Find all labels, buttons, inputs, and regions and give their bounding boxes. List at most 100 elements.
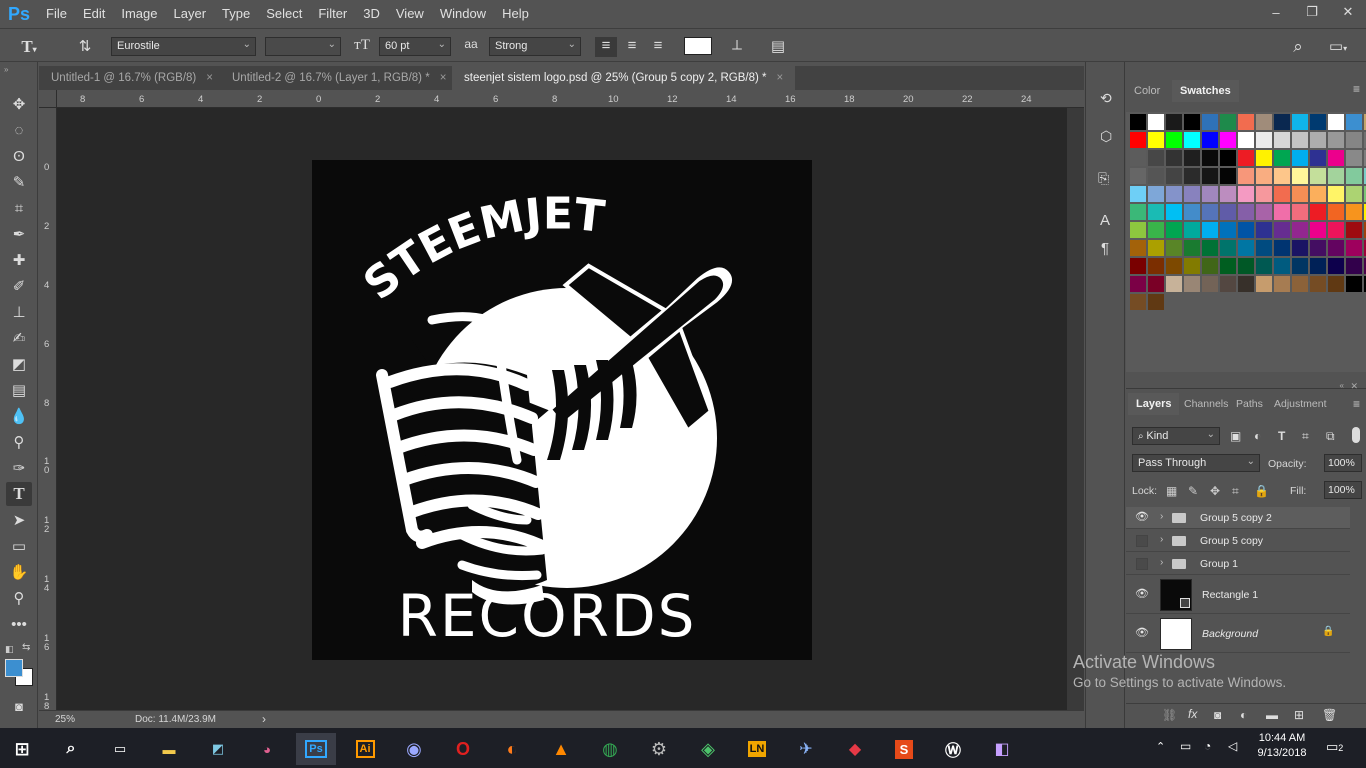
lock-transparent-icon[interactable]: ▦: [1166, 484, 1177, 498]
color-swatch[interactable]: [1328, 168, 1344, 184]
blur-tool-icon[interactable]: 💧: [6, 404, 32, 428]
color-swatch[interactable]: [1310, 240, 1326, 256]
status-menu-arrow[interactable]: ›: [262, 712, 266, 726]
color-swatch[interactable]: [1220, 276, 1236, 292]
minimize-button[interactable]: –: [1258, 0, 1294, 24]
layer-row-group-1[interactable]: › Group 1: [1126, 553, 1350, 575]
color-swatch[interactable]: [1274, 222, 1290, 238]
warp-text-icon[interactable]: ⟂: [726, 37, 748, 54]
menu-window[interactable]: Window: [432, 0, 494, 28]
marquee-tool-icon[interactable]: ◌: [6, 118, 32, 142]
collapse-icon[interactable]: »: [4, 65, 8, 74]
color-swatch[interactable]: [1130, 132, 1146, 148]
filter-smart-object-icon[interactable]: ⧉: [1326, 429, 1335, 444]
filter-pixel-icon[interactable]: ▣: [1230, 429, 1241, 443]
color-swatch[interactable]: [1238, 258, 1254, 274]
menu-type[interactable]: Type: [214, 0, 258, 28]
layer-style-icon[interactable]: fx: [1188, 707, 1197, 721]
swap-colors-icon[interactable]: ⇆: [22, 642, 30, 653]
task-view-icon[interactable]: ▭: [100, 733, 140, 765]
color-swatch[interactable]: [1238, 168, 1254, 184]
libraries-icon[interactable]: ⬡: [1100, 128, 1112, 145]
color-swatch[interactable]: [1274, 186, 1290, 202]
tab-untitled-2[interactable]: Untitled-2 @ 16.7% (Layer 1, RGB/8) * ×: [220, 66, 459, 90]
color-swatch[interactable]: [1328, 114, 1344, 130]
hand-tool-icon[interactable]: ✋: [6, 560, 32, 584]
color-swatch[interactable]: [1166, 114, 1182, 130]
color-swatch[interactable]: [1328, 258, 1344, 274]
blend-mode-select[interactable]: Pass Through ⌄: [1132, 454, 1260, 472]
volume-icon[interactable]: ◁: [1228, 739, 1237, 753]
pen-tool-icon[interactable]: ✑: [6, 456, 32, 480]
properties-icon[interactable]: ⎘: [1098, 170, 1109, 187]
color-swatch[interactable]: [1274, 114, 1290, 130]
color-swatch[interactable]: [1184, 186, 1200, 202]
quick-select-tool-icon[interactable]: ✎: [6, 170, 32, 194]
app-eraser-icon[interactable]: ◧: [982, 733, 1022, 765]
wifi-icon[interactable]: ◔: [1204, 739, 1211, 753]
color-swatch[interactable]: [1166, 168, 1182, 184]
color-swatch[interactable]: [1166, 222, 1182, 238]
layer-row-group-5-copy[interactable]: › Group 5 copy: [1126, 530, 1350, 552]
vertical-scrollbar[interactable]: [1067, 108, 1084, 710]
vlc-icon[interactable]: ▲: [541, 733, 581, 765]
chevron-right-icon[interactable]: ›: [1160, 534, 1163, 545]
color-swatch[interactable]: [1130, 150, 1146, 166]
search-icon[interactable]: ⌕: [51, 733, 91, 765]
panel-menu-icon[interactable]: ≡: [1353, 82, 1360, 96]
color-swatch[interactable]: [1274, 168, 1290, 184]
illustrator-taskbar-icon[interactable]: Ai: [345, 733, 385, 765]
photoshop-taskbar-icon[interactable]: Ps: [296, 733, 336, 765]
fill-input[interactable]: 100%: [1324, 481, 1362, 499]
color-swatch[interactable]: [1238, 240, 1254, 256]
color-swatch[interactable]: [1274, 132, 1290, 148]
more-tools-icon[interactable]: •••: [6, 612, 32, 636]
color-swatch[interactable]: [1292, 276, 1308, 292]
color-swatch[interactable]: [1238, 276, 1254, 292]
firefox-icon[interactable]: ◐: [492, 733, 532, 765]
zoom-level[interactable]: 25%: [55, 714, 75, 725]
app-s-icon[interactable]: S: [884, 733, 924, 765]
color-swatch[interactable]: [1130, 114, 1146, 130]
color-swatch[interactable]: [1238, 132, 1254, 148]
search-icon[interactable]: ⌕: [1287, 37, 1309, 57]
document-canvas[interactable]: STEEMJET RECORDS: [312, 160, 812, 660]
color-swatch[interactable]: [1328, 150, 1344, 166]
color-swatch[interactable]: [1166, 276, 1182, 292]
color-swatch[interactable]: [1346, 204, 1362, 220]
lock-position-icon[interactable]: ✥: [1210, 484, 1220, 498]
color-swatch[interactable]: [1184, 150, 1200, 166]
dodge-tool-icon[interactable]: ⚲: [6, 430, 32, 454]
anti-alias-select[interactable]: Strong ⌄: [489, 37, 581, 56]
ruler-corner[interactable]: [39, 90, 57, 108]
color-swatch[interactable]: [1130, 204, 1146, 220]
color-swatch[interactable]: [1328, 240, 1344, 256]
vertical-ruler[interactable]: 0 2 4 6 8 1 0 1 2 1 4 1 6 1 8: [39, 108, 57, 711]
chevron-right-icon[interactable]: ›: [1160, 511, 1163, 522]
font-size-select[interactable]: 60 pt ⌄: [379, 37, 451, 56]
color-swatch[interactable]: [1346, 132, 1362, 148]
color-swatch[interactable]: [1256, 132, 1272, 148]
color-swatch[interactable]: [1292, 132, 1308, 148]
color-swatch[interactable]: [1274, 276, 1290, 292]
filter-type-icon[interactable]: T: [1278, 429, 1285, 443]
app-leaf-icon[interactable]: ◈: [688, 733, 728, 765]
color-swatch[interactable]: [1130, 276, 1146, 292]
clone-stamp-tool-icon[interactable]: ⊥: [6, 300, 32, 324]
color-swatch[interactable]: [1256, 186, 1272, 202]
color-swatch[interactable]: [1184, 276, 1200, 292]
color-swatch[interactable]: [1292, 240, 1308, 256]
menu-filter[interactable]: Filter: [310, 0, 355, 28]
color-swatch[interactable]: [1184, 204, 1200, 220]
menu-image[interactable]: Image: [113, 0, 165, 28]
color-swatch[interactable]: [1328, 132, 1344, 148]
opera-icon[interactable]: O: [443, 733, 483, 765]
color-swatch[interactable]: [1202, 204, 1218, 220]
new-layer-icon[interactable]: ⊞: [1294, 708, 1304, 722]
color-swatch[interactable]: [1220, 204, 1236, 220]
eye-icon[interactable]: 👁: [1134, 626, 1150, 642]
color-swatch[interactable]: [1148, 240, 1164, 256]
menu-layer[interactable]: Layer: [166, 0, 215, 28]
filter-toggle[interactable]: [1352, 427, 1360, 443]
color-swatch[interactable]: [1130, 240, 1146, 256]
